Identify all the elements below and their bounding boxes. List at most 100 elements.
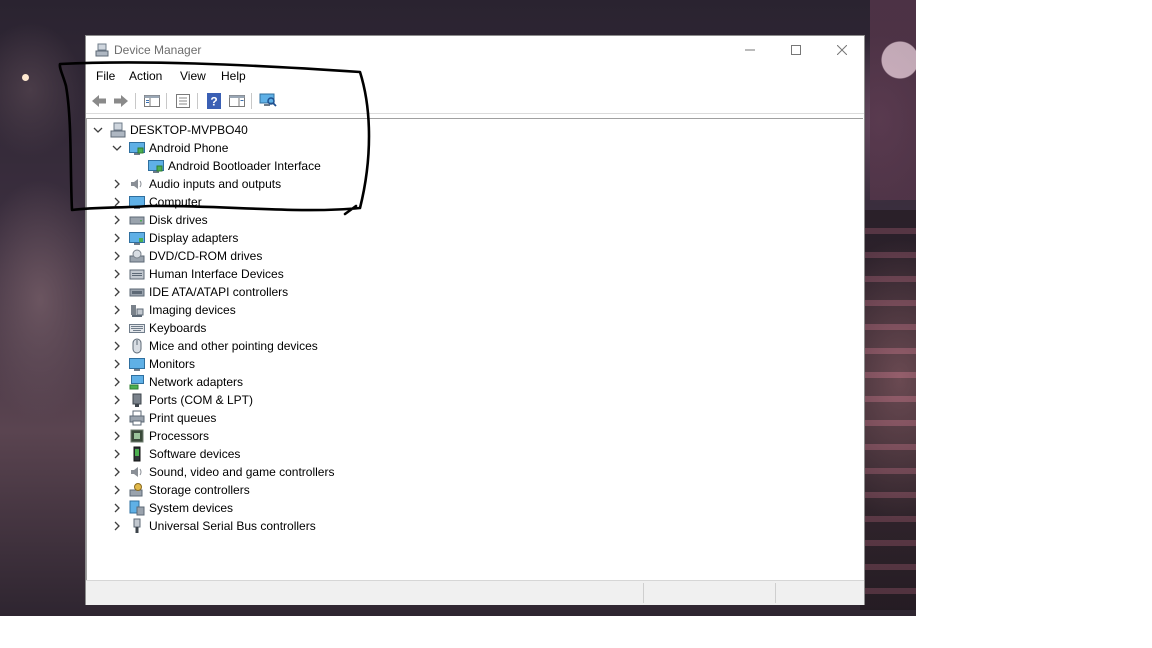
tree-item-imaging-devices[interactable]: Imaging devices (87, 301, 417, 319)
close-icon (837, 45, 847, 55)
tree-item-ide-ata-atapi-controllers[interactable]: IDE ATA/ATAPI controllers (87, 283, 417, 301)
forward-arrow-icon[interactable] (112, 92, 130, 110)
tree-item-label: Software devices (149, 447, 241, 461)
menu-view[interactable]: View (180, 69, 206, 83)
chevron-down-icon[interactable] (112, 143, 122, 153)
system-icon (129, 500, 145, 516)
tree-item-display-adapters[interactable]: Display adapters (87, 229, 417, 247)
chevron-right-icon[interactable] (112, 503, 122, 513)
tree-root-label: DESKTOP-MVPBO40 (130, 123, 248, 137)
tree-item-audio-inputs-and-outputs[interactable]: Audio inputs and outputs (87, 175, 417, 193)
tree-item-print-queues[interactable]: Print queues (87, 409, 417, 427)
menu-help[interactable]: Help (221, 69, 246, 83)
minimize-button[interactable] (727, 36, 773, 64)
speaker-icon (131, 179, 142, 189)
maximize-button[interactable] (773, 36, 819, 64)
chevron-right-icon[interactable] (112, 269, 122, 279)
tree-item-ports-com-lpt[interactable]: Ports (COM & LPT) (87, 391, 417, 409)
status-separator (643, 583, 644, 603)
scan-hardware-changes-icon[interactable] (259, 92, 277, 110)
device-manager-window: Device Manager File Action View Help ? D… (85, 35, 865, 605)
storage-icon (129, 483, 143, 497)
chevron-right-icon[interactable] (112, 521, 122, 531)
chevron-right-icon[interactable] (112, 413, 122, 423)
tree-item-android-bootloader[interactable]: Android Bootloader Interface (87, 157, 387, 175)
tree-item-label: Disk drives (149, 213, 208, 227)
close-button[interactable] (819, 36, 865, 64)
chevron-right-icon[interactable] (112, 431, 122, 441)
chevron-right-icon[interactable] (112, 359, 122, 369)
tree-item-label: Processors (149, 429, 210, 443)
tree-item-label: Network adapters (149, 375, 244, 389)
chevron-right-icon[interactable] (112, 197, 122, 207)
tree-item-computer[interactable]: Computer (87, 193, 417, 211)
tree-item-label: DVD/CD-ROM drives (149, 249, 263, 263)
disk-icon (129, 216, 145, 225)
svg-text:?: ? (210, 95, 217, 109)
chevron-right-icon[interactable] (112, 485, 122, 495)
minimize-icon (745, 49, 755, 51)
tree-root[interactable]: DESKTOP-MVPBO40 (87, 121, 387, 139)
menu-action[interactable]: Action (129, 69, 162, 83)
chevron-right-icon[interactable] (112, 449, 122, 459)
chevron-right-icon[interactable] (112, 341, 122, 351)
tree-item-storage-controllers[interactable]: Storage controllers (87, 481, 417, 499)
title-bar[interactable]: Device Manager (86, 36, 864, 64)
tree-item-human-interface-devices[interactable]: Human Interface Devices (87, 265, 417, 283)
tree-item-android-phone[interactable]: Android Phone (87, 139, 387, 157)
maximize-icon (791, 45, 801, 55)
chevron-right-icon[interactable] (112, 215, 122, 225)
help-icon[interactable]: ? (205, 92, 223, 110)
tree-item-universal-serial-bus-controllers[interactable]: Universal Serial Bus controllers (87, 517, 417, 535)
action-pane-icon[interactable] (228, 92, 246, 110)
chevron-right-icon[interactable] (112, 323, 122, 333)
tree-item-software-devices[interactable]: Software devices (87, 445, 417, 463)
chevron-right-icon[interactable] (112, 467, 122, 477)
keyboard-icon (129, 324, 145, 333)
status-bar (86, 580, 864, 605)
port-icon (132, 393, 142, 407)
tree-item-label: IDE ATA/ATAPI controllers (149, 285, 289, 299)
chevron-right-icon[interactable] (112, 251, 122, 261)
monitor-icon (129, 358, 145, 371)
wallpaper-art (22, 74, 29, 81)
menu-bar: File Action View Help (86, 65, 864, 87)
tree-item-label: Keyboards (149, 321, 207, 335)
properties-icon[interactable] (174, 92, 192, 110)
tree-item-sound-video-and-game-controllers[interactable]: Sound, video and game controllers (87, 463, 417, 481)
menu-file[interactable]: File (96, 69, 115, 83)
tree-item-system-devices[interactable]: System devices (87, 499, 417, 517)
hid-icon (129, 269, 145, 280)
ide-icon (129, 288, 145, 297)
tree-item-network-adapters[interactable]: Network adapters (87, 373, 417, 391)
tree-item-label: Monitors (149, 357, 196, 371)
android-device-icon (148, 160, 164, 173)
printer-icon (129, 410, 145, 426)
display-icon (129, 232, 145, 245)
toolbar: ? (86, 89, 864, 114)
chevron-down-icon[interactable] (93, 125, 103, 135)
chevron-right-icon[interactable] (112, 287, 122, 297)
tree-item-keyboards[interactable]: Keyboards (87, 319, 417, 337)
chevron-right-icon[interactable] (112, 179, 122, 189)
device-tree[interactable]: DESKTOP-MVPBO40 Android Phone Android Bo… (86, 118, 863, 580)
chevron-right-icon[interactable] (112, 395, 122, 405)
chevron-right-icon[interactable] (112, 233, 122, 243)
show-hide-console-tree-icon[interactable] (143, 92, 161, 110)
tree-item-disk-drives[interactable]: Disk drives (87, 211, 417, 229)
back-arrow-icon[interactable] (90, 92, 108, 110)
tree-item-label: Mice and other pointing devices (149, 339, 318, 353)
tree-item-processors[interactable]: Processors (87, 427, 417, 445)
tree-item-monitors[interactable]: Monitors (87, 355, 417, 373)
tree-item-label: Human Interface Devices (149, 267, 284, 281)
chevron-right-icon[interactable] (112, 305, 122, 315)
cpu-icon (130, 429, 144, 443)
tree-item-mice-and-other-pointing-devices[interactable]: Mice and other pointing devices (87, 337, 417, 355)
camera-icon (131, 305, 144, 317)
chevron-right-icon[interactable] (112, 377, 122, 387)
tree-item-label: Universal Serial Bus controllers (149, 519, 316, 533)
tree-item-label: Storage controllers (149, 483, 250, 497)
tree-item-dvd-cd-rom-drives[interactable]: DVD/CD-ROM drives (87, 247, 417, 265)
usb-icon (133, 518, 141, 533)
tree-item-label: Audio inputs and outputs (149, 177, 282, 191)
